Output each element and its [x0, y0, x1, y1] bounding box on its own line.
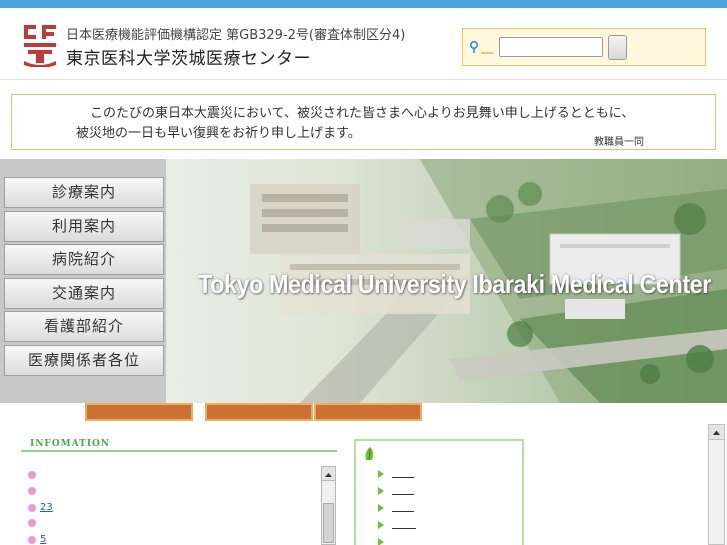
- notice-signature: 教職員一同: [594, 137, 644, 148]
- notice-line-1: このたびの東日本大震災において、被災された皆さまへ心よりお見舞い申し上げるととも…: [90, 106, 635, 121]
- nav-item-medical-guide[interactable]: 診療案内: [4, 177, 164, 208]
- scroll-up-arrow-icon[interactable]: [322, 467, 335, 481]
- search-button[interactable]: [608, 35, 627, 60]
- info-item[interactable]: [28, 518, 88, 529]
- quick-link[interactable]: [378, 503, 498, 515]
- triangle-bullet-icon: [378, 538, 384, 545]
- accreditation-text: 日本医療機能評価機構認定 第GB329-2号(審査体制区分4): [66, 28, 406, 43]
- side-navigation: 診療案内 利用案内 病院紹介 交通案内 看護部紹介 医療関係者各位: [0, 159, 166, 403]
- scroll-up-arrow-icon[interactable]: [709, 425, 724, 440]
- triangle-bullet-icon: [378, 521, 384, 529]
- link-underline: [392, 528, 416, 529]
- notice-line-2: 被災地の一日も早い復興をお祈り申し上げます。: [76, 126, 361, 141]
- quick-link[interactable]: [378, 520, 498, 532]
- site-header: 日本医療機能評価機構認定 第GB329-2号(審査体制区分4) 東京医科大学茨城…: [0, 8, 727, 80]
- hospital-name[interactable]: 東京医科大学茨城医療センター: [66, 44, 311, 69]
- link-underline: [392, 494, 414, 495]
- quick-links-panel: [354, 439, 524, 545]
- triangle-bullet-icon: [378, 487, 384, 495]
- bullet-icon: [28, 519, 36, 527]
- bullet-icon: [28, 487, 36, 495]
- university-crest-icon[interactable]: [20, 21, 60, 67]
- info-item[interactable]: [28, 470, 88, 481]
- quick-link[interactable]: [378, 537, 498, 545]
- search-input[interactable]: [499, 37, 603, 57]
- leaf-icon: [365, 447, 374, 461]
- bullet-icon: [28, 503, 36, 512]
- link-underline: [392, 511, 414, 512]
- info-item[interactable]: 23: [28, 502, 90, 514]
- info-divider: [21, 450, 337, 452]
- triangle-bullet-icon: [378, 504, 384, 512]
- nav-item-access[interactable]: 交通案内: [4, 278, 164, 309]
- info-scrollbar[interactable]: [321, 466, 336, 545]
- quick-link[interactable]: [378, 486, 498, 498]
- info-heading: INFOMATION: [30, 439, 111, 449]
- bullet-icon: [28, 471, 36, 479]
- search-box: [462, 28, 706, 66]
- key-search-icon: [469, 40, 493, 54]
- info-item-link[interactable]: 23: [40, 502, 90, 513]
- nav-item-nursing[interactable]: 看護部紹介: [4, 311, 164, 342]
- bullet-icon: [28, 535, 36, 544]
- tab-button-2[interactable]: [205, 403, 313, 421]
- info-item-link[interactable]: 5: [40, 534, 60, 545]
- nav-item-hospital-intro[interactable]: 病院紹介: [4, 244, 164, 275]
- nav-item-usage-guide[interactable]: 利用案内: [4, 211, 164, 242]
- info-item[interactable]: [28, 486, 66, 497]
- page-scrollbar[interactable]: [708, 424, 725, 545]
- link-underline: [392, 477, 414, 478]
- triangle-bullet-icon: [378, 470, 384, 478]
- quick-link[interactable]: [378, 469, 498, 481]
- hero-title: Tokyo Medical University Ibaraki Medical…: [198, 269, 711, 299]
- scroll-thumb[interactable]: [323, 503, 334, 543]
- tab-button-1[interactable]: [85, 403, 193, 421]
- info-item[interactable]: 5: [28, 534, 60, 545]
- nav-item-professionals[interactable]: 医療関係者各位: [4, 345, 164, 376]
- tab-button-3[interactable]: [314, 403, 422, 421]
- top-accent-bar: [0, 0, 727, 8]
- disaster-notice: このたびの東日本大震災において、被災された皆さまへ心よりお見舞い申し上げるととも…: [11, 94, 716, 150]
